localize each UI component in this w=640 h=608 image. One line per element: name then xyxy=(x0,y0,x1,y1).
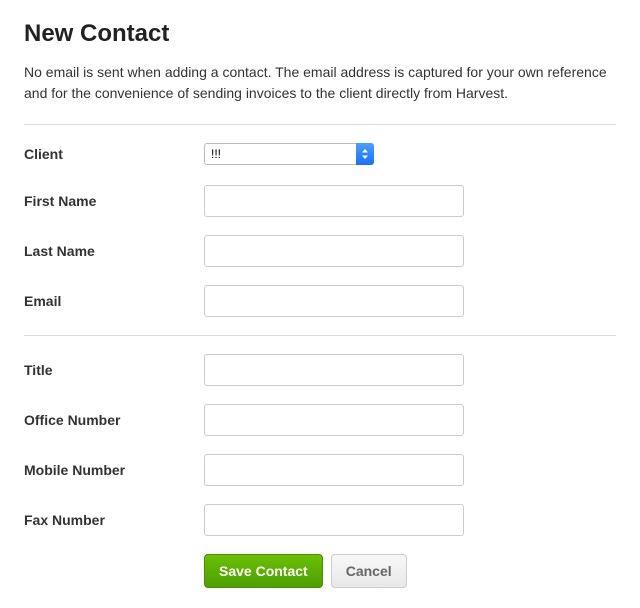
client-select[interactable]: !!! xyxy=(204,143,374,165)
client-label: Client xyxy=(24,146,204,162)
form-row-fax-number: Fax Number xyxy=(24,504,616,536)
form-row-mobile-number: Mobile Number xyxy=(24,454,616,486)
fax-number-field[interactable] xyxy=(204,504,464,536)
mobile-number-field[interactable] xyxy=(204,454,464,486)
form-row-last-name: Last Name xyxy=(24,235,616,267)
first-name-field[interactable] xyxy=(204,185,464,217)
form-row-email: Email xyxy=(24,285,616,317)
divider-middle xyxy=(24,335,616,336)
divider-top xyxy=(24,124,616,125)
fax-number-label: Fax Number xyxy=(24,512,204,528)
page-title: New Contact xyxy=(24,20,616,48)
first-name-label: First Name xyxy=(24,193,204,209)
last-name-label: Last Name xyxy=(24,243,204,259)
email-field[interactable] xyxy=(204,285,464,317)
form-row-title: Title xyxy=(24,354,616,386)
page-description: No email is sent when adding a contact. … xyxy=(24,62,616,104)
form-row-first-name: First Name xyxy=(24,185,616,217)
email-label: Email xyxy=(24,293,204,309)
title-label: Title xyxy=(24,362,204,378)
last-name-field[interactable] xyxy=(204,235,464,267)
form-row-client: Client !!! xyxy=(24,143,616,165)
office-number-field[interactable] xyxy=(204,404,464,436)
title-field[interactable] xyxy=(204,354,464,386)
mobile-number-label: Mobile Number xyxy=(24,462,204,478)
office-number-label: Office Number xyxy=(24,412,204,428)
cancel-button[interactable]: Cancel xyxy=(331,554,407,588)
form-row-office-number: Office Number xyxy=(24,404,616,436)
save-button[interactable]: Save Contact xyxy=(204,554,323,588)
button-row: Save Contact Cancel xyxy=(24,554,616,588)
